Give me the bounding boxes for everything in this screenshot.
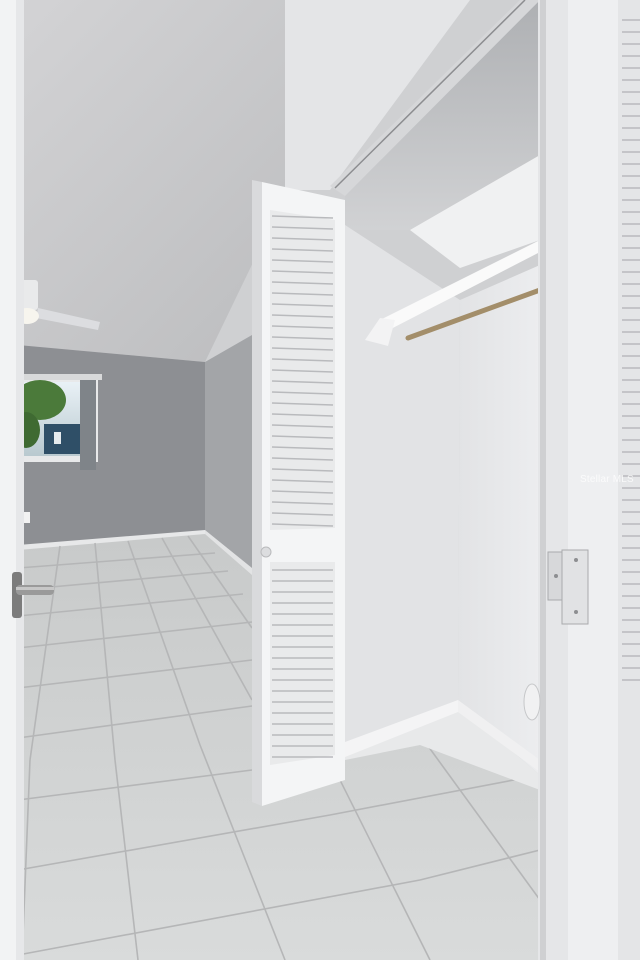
door-stop-icon [523, 683, 541, 721]
closet-back-wall [345, 225, 460, 755]
curtain [80, 380, 96, 470]
room-illustration [0, 0, 640, 960]
door-knob[interactable] [260, 546, 272, 558]
window-house-window [54, 432, 61, 444]
room-photo: Stellar MLS [0, 0, 640, 960]
curtain-rod [16, 374, 102, 380]
window-house [44, 424, 80, 454]
left-door-face [0, 0, 16, 960]
watermark-text: Stellar MLS [580, 474, 634, 485]
wall-outlet [23, 512, 30, 523]
